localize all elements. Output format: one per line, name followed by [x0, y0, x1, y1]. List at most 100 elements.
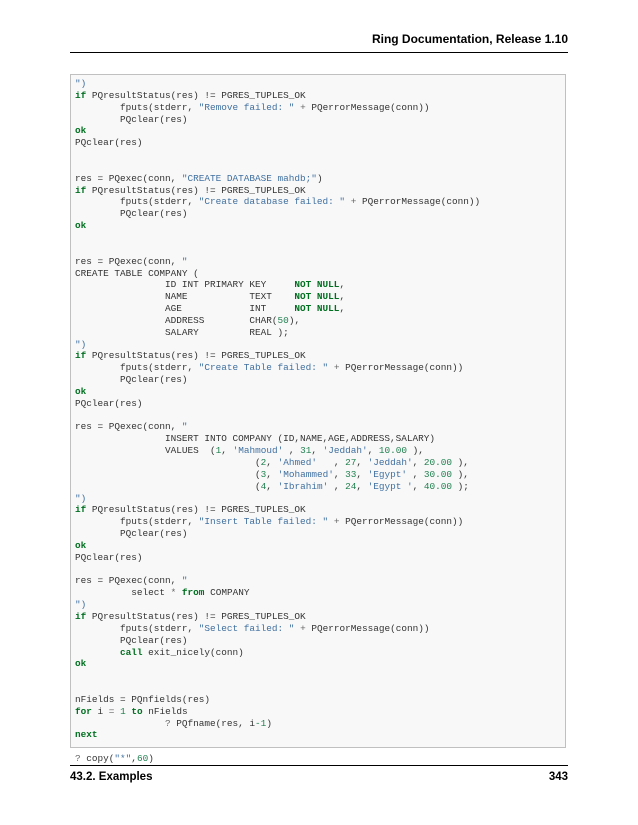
code-line: if PQresultStatus(res) != PGRES_TUPLES_O…	[75, 90, 480, 102]
code-token: nFields = PQnfields(res)	[75, 693, 211, 705]
code-line: ok	[75, 540, 480, 552]
code-line: if PQresultStatus(res) != PGRES_TUPLES_O…	[75, 504, 480, 516]
code-line: select * from COMPANY	[75, 587, 480, 599]
code-token: fputs(stderr,	[75, 196, 199, 208]
code-token: "Select failed: "	[198, 622, 295, 634]
code-token: 'Mohammed'	[277, 468, 334, 480]
code-token: (	[75, 468, 261, 480]
code-line: next	[75, 729, 480, 741]
footer-page-number: 343	[548, 771, 568, 783]
code-token: ,	[367, 445, 379, 457]
code-token: fputs(stderr,	[75, 622, 199, 634]
code-listing: ") if PQresultStatus(res) != PGRES_TUPLES…	[75, 78, 480, 765]
code-token: ok	[75, 385, 87, 397]
code-line: nFields = PQnfields(res)	[75, 694, 480, 706]
code-token: ,	[356, 480, 368, 492]
code-line: ok	[75, 125, 480, 137]
code-line: if PQresultStatus(res) != PGRES_TUPLES_O…	[75, 611, 480, 623]
code-token: fputs(stderr,	[75, 362, 199, 374]
code-token: NOT NULL	[294, 291, 340, 303]
code-token: 'Ahmed'	[277, 457, 317, 468]
code-token: 27	[345, 457, 357, 468]
code-token: 30.00	[423, 468, 453, 480]
code-token: 50	[277, 314, 289, 326]
code-token: 10.00	[378, 445, 408, 457]
code-token: (	[75, 457, 261, 468]
code-token: ,	[311, 445, 323, 457]
code-line: INSERT INTO COMPANY (ID,NAME,AGE,ADDRESS…	[75, 433, 480, 445]
code-token: ,	[412, 480, 424, 492]
code-token: next	[75, 729, 98, 741]
code-token: 60	[136, 753, 149, 765]
code-line: ok	[75, 658, 480, 670]
code-line: PQclear(res)	[75, 114, 480, 126]
code-token: SALARY REAL );	[75, 326, 289, 338]
code-token: ,	[356, 457, 368, 468]
code-token: ,	[333, 468, 346, 480]
code-line: ? PQfname(res, i-1)	[75, 718, 480, 730]
code-token: VALUES (	[75, 445, 216, 457]
code-line: ")	[75, 493, 480, 505]
code-token: ,	[266, 468, 278, 480]
code-token: )	[148, 753, 154, 765]
code-line: res = PQexec(conn, "	[75, 256, 480, 268]
code-line: fputs(stderr, "Create Table failed: " + …	[75, 362, 480, 374]
code-line: SALARY REAL );	[75, 327, 480, 339]
code-line: PQclear(res)	[75, 398, 480, 410]
code-token: PQclear(res)	[75, 208, 188, 220]
code-token: ,	[339, 279, 346, 291]
code-token: ,	[412, 457, 424, 468]
code-token: NAME TEXT	[75, 291, 295, 303]
code-token: i	[91, 705, 109, 717]
code-token: "	[181, 421, 188, 433]
code-token: exit_nicely(conn)	[142, 646, 244, 658]
code-line: if PQresultStatus(res) != PGRES_TUPLES_O…	[75, 350, 480, 362]
code-token: ID INT PRIMARY KEY	[75, 279, 295, 291]
code-token: PQerrorMessage(conn))	[305, 622, 430, 634]
code-token: 24	[345, 480, 357, 492]
code-token: ,	[339, 303, 346, 315]
code-token: nFields	[142, 705, 188, 717]
code-line: PQclear(res)	[75, 208, 480, 220]
code-token: PQerrorMessage(conn))	[339, 516, 464, 528]
code-token: ,	[221, 445, 233, 457]
code-line: call exit_nicely(conn)	[75, 647, 480, 659]
code-token: 'Jeddah'	[367, 457, 413, 468]
code-token: 40.00	[423, 480, 453, 492]
code-line: res = PQexec(conn, "	[75, 575, 480, 587]
code-token: PQclear(res)	[75, 551, 143, 563]
code-token: if	[75, 504, 87, 516]
code-line: CREATE TABLE COMPANY (	[75, 268, 480, 280]
code-token: PQresultStatus(res) != PGRES_TUPLES_OK	[86, 89, 306, 101]
code-line: fputs(stderr, "Select failed: " + PQerro…	[75, 623, 480, 635]
code-line: ")	[75, 599, 480, 611]
code-token: PQresultStatus(res) != PGRES_TUPLES_OK	[86, 350, 306, 362]
code-token: from	[181, 587, 205, 599]
code-token: PQclear(res)	[75, 528, 188, 540]
code-line: PQclear(res)	[75, 528, 480, 540]
code-token: )	[266, 717, 272, 729]
code-line: (4, 'Ibrahim' , 24, 'Egypt ', 40.00 );	[75, 481, 480, 493]
code-line: PQclear(res)	[75, 137, 480, 149]
code-token: PQresultStatus(res) != PGRES_TUPLES_OK	[86, 504, 306, 516]
code-token: ,	[266, 480, 278, 492]
code-token: 'Egypt '	[367, 480, 413, 492]
code-token: PQclear(res)	[75, 137, 143, 149]
code-token: ,	[407, 468, 424, 480]
code-token: ,	[283, 445, 301, 457]
code-token: ),	[407, 445, 424, 457]
code-line: ID INT PRIMARY KEY NOT NULL,	[75, 279, 480, 291]
code-token: for	[75, 705, 92, 717]
code-line: res = PQexec(conn, "	[75, 421, 480, 433]
code-token: ok	[75, 539, 87, 551]
code-line: fputs(stderr, "Remove failed: " + PQerro…	[75, 102, 480, 114]
code-line: PQclear(res)	[75, 635, 480, 647]
code-token: PQerrorMessage(conn))	[339, 362, 464, 374]
code-token: PQclear(res)	[75, 397, 143, 409]
